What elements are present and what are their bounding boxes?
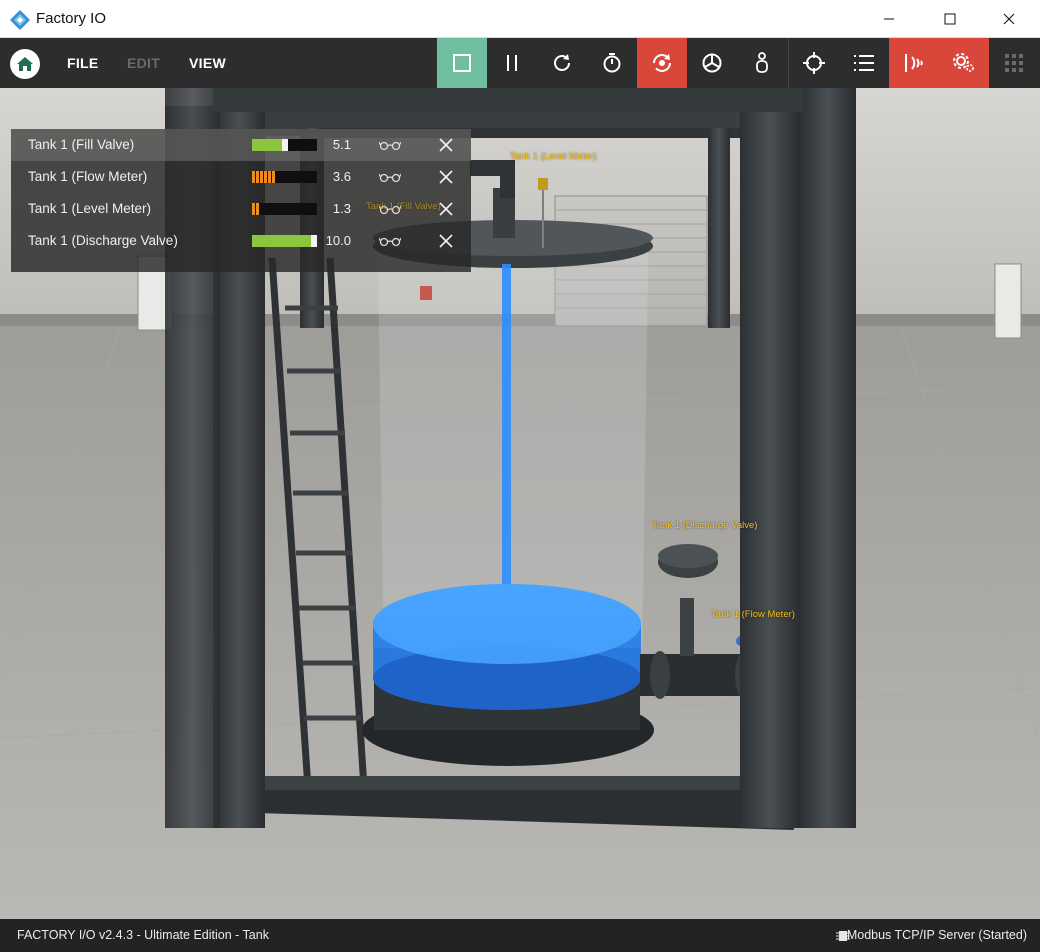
- close-icon: [1003, 13, 1015, 25]
- sensors-button[interactable]: [889, 38, 939, 88]
- io-value-level-meter: 1.3: [332, 201, 351, 216]
- watch-glasses-icon[interactable]: [379, 171, 401, 183]
- flow-meter-bar-fill: [252, 171, 275, 183]
- scene-tag-discharge-valve: Tank 1 (Discharge Valve): [652, 520, 758, 531]
- grid-button: [989, 38, 1039, 88]
- stop-button[interactable]: [437, 38, 487, 88]
- status-version-text: FACTORY I/O v2.4.3 - Ultimate Edition - …: [17, 928, 269, 942]
- io-value-fill-valve: 5.1: [332, 137, 351, 152]
- watch-glasses-icon[interactable]: [379, 235, 401, 247]
- first-person-icon: [756, 52, 768, 73]
- status-bar: FACTORY I/O v2.4.3 - Ultimate Edition - …: [0, 919, 1040, 952]
- minimize-icon: [884, 18, 894, 20]
- pick-target-button[interactable]: [789, 38, 839, 88]
- camera-orbit-icon: [653, 54, 671, 72]
- maximize-button[interactable]: [927, 0, 973, 38]
- close-icon[interactable]: [438, 137, 454, 153]
- main-toolbar: FILE EDIT VIEW: [0, 38, 1040, 88]
- orbit-camera-button[interactable]: [637, 38, 687, 88]
- title-bar: Factory IO: [0, 0, 1040, 38]
- minimize-button[interactable]: [866, 0, 912, 38]
- io-row-flow-meter[interactable]: Tank 1 (Flow Meter) 3.6: [11, 161, 471, 193]
- first-person-button[interactable]: [737, 38, 787, 88]
- scene-tag-flow-meter: Tank 1 (Flow Meter): [711, 609, 795, 620]
- watch-glasses-icon[interactable]: [379, 139, 401, 151]
- scene-tag-level-meter: Tank 1 (Level Meter): [510, 151, 597, 162]
- fly-camera-button[interactable]: [687, 38, 737, 88]
- io-label-flow-meter: Tank 1 (Flow Meter): [28, 169, 148, 184]
- factory-io-logo-icon: [10, 10, 30, 30]
- fill-valve-slider-fill: [252, 139, 285, 151]
- flow-meter-bar: [252, 171, 317, 183]
- level-meter-bar: [252, 203, 317, 215]
- level-meter-bar-fill: [252, 203, 260, 215]
- status-driver-text: Modbus TCP/IP Server (Started): [846, 928, 1027, 942]
- menu-edit: EDIT: [127, 55, 161, 71]
- close-window-button[interactable]: [986, 0, 1032, 38]
- scene-tag-fill-valve: Tank 1 (Fill Valve): [366, 201, 441, 212]
- close-icon[interactable]: [438, 233, 454, 249]
- discharge-valve-slider-fill: [252, 235, 314, 247]
- maximize-icon: [944, 13, 956, 25]
- pause-button[interactable]: [487, 38, 537, 88]
- drivers-button[interactable]: [939, 38, 989, 88]
- home-icon: [17, 57, 33, 71]
- stop-icon: [453, 54, 471, 72]
- close-icon[interactable]: [438, 169, 454, 185]
- reset-button[interactable]: [537, 38, 587, 88]
- timer-icon: [603, 53, 621, 73]
- io-value-discharge-valve: 10.0: [325, 233, 351, 248]
- menu-file[interactable]: FILE: [67, 55, 99, 71]
- io-row-fill-valve[interactable]: Tank 1 (Fill Valve) 5.1: [11, 129, 471, 161]
- reset-icon: [554, 54, 570, 71]
- io-label-level-meter: Tank 1 (Level Meter): [28, 201, 152, 216]
- fill-valve-slider[interactable]: [252, 139, 317, 151]
- sensors-icon: [905, 54, 923, 72]
- io-row-discharge-valve[interactable]: Tank 1 (Discharge Valve) 10.0: [11, 225, 471, 257]
- home-button[interactable]: [10, 49, 40, 79]
- grid-icon: [1005, 54, 1023, 72]
- list-icon: [854, 55, 874, 71]
- discharge-valve-slider[interactable]: [252, 235, 317, 247]
- scene-list-button[interactable]: [839, 38, 889, 88]
- window-title: Factory IO: [36, 10, 107, 27]
- menu-view[interactable]: VIEW: [189, 55, 226, 71]
- pause-icon: [507, 55, 517, 71]
- fill-valve-slider-knob[interactable]: [282, 139, 288, 151]
- io-label-fill-valve: Tank 1 (Fill Valve): [28, 137, 135, 152]
- timer-button[interactable]: [587, 38, 637, 88]
- target-icon: [803, 52, 825, 74]
- io-label-discharge-valve: Tank 1 (Discharge Valve): [28, 233, 178, 248]
- settings-icon: [953, 53, 974, 72]
- io-value-flow-meter: 3.6: [332, 169, 351, 184]
- fly-camera-icon: [702, 53, 722, 73]
